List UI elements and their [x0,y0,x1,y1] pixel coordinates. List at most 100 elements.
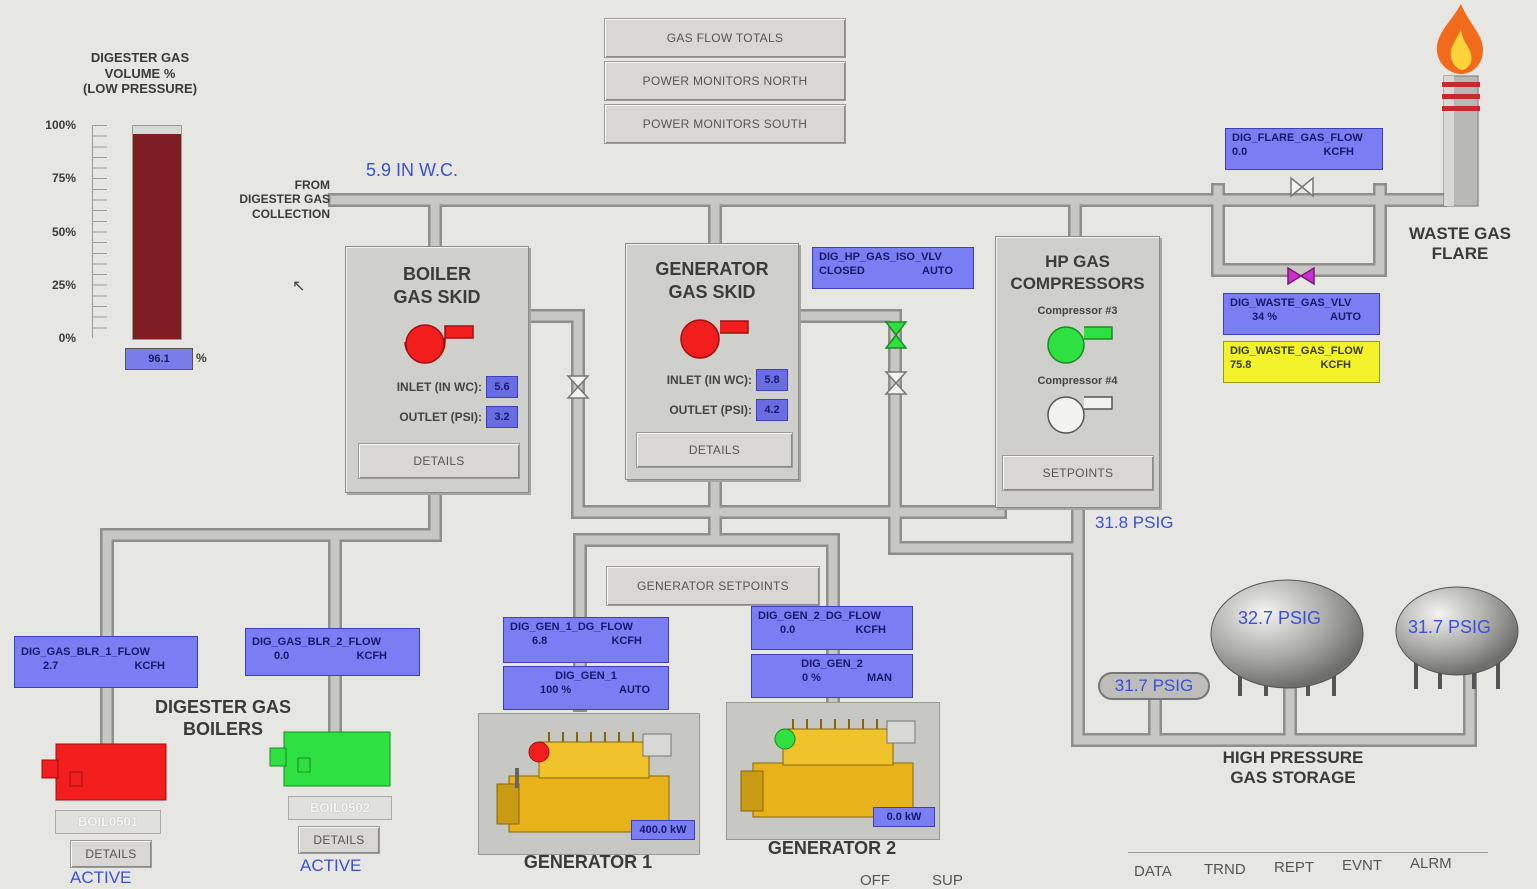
tag-unit: KCFH [356,650,387,663]
compressor-setpoints-button[interactable]: SETPOINTS [1002,455,1154,491]
tag-mode: MAN [866,672,892,685]
compressor-3-icon[interactable] [996,321,1159,365]
gauge-unit: % [196,351,207,365]
tag-name: DIG_WASTE_GAS_FLOW [1230,345,1364,357]
tag-mode: AUTO [1330,311,1361,324]
flare-gas-flow-tag[interactable]: DIG_FLARE_GAS_FLOW 0.0 KCFH [1225,128,1383,170]
tab-rept[interactable]: REPT [1274,859,1314,876]
inlet-value: 5.6 [486,375,518,398]
tag-unit: KCFH [1320,359,1351,372]
waste-gas-flare-icon [1425,0,1497,210]
boiler-1-status: ACTIVE [70,868,132,887]
tag-row: 0.0 KCFH [252,649,413,663]
tag-row: 34 % AUTO [1230,310,1373,324]
tag-row: 2.7 KCFH [21,659,191,673]
tag-row: 0.0 KCFH [1232,145,1376,159]
outlet-label: OUTLET (PSI): [399,409,482,424]
gauge-tick-75: 75% [51,171,76,185]
gauge-tick-100: 100% [45,118,76,132]
boiler-2-details-button[interactable]: DETAILS [298,826,380,854]
tab-data[interactable]: DATA [1134,863,1172,880]
header-pressure: 5.9 IN W.C. [366,160,459,180]
gen-2-control-tag[interactable]: DIG_GEN_2 0 % MAN [751,654,913,698]
generator-skid-details-button[interactable]: DETAILS [636,432,793,468]
gen-2-power-tag: 0.0 kW [873,807,935,827]
waste-gas-flow-tag[interactable]: DIG_WASTE_GAS_FLOW 75.8 KCFH [1223,341,1380,383]
tag-row: 0 % MAN [758,671,906,685]
tag-unit: KCFH [855,624,886,637]
tab-trnd[interactable]: TRND [1204,861,1246,878]
power-monitors-south-button[interactable]: POWER MONITORS SOUTH [604,104,846,144]
boiler-2-status: ACTIVE [300,856,362,875]
tab-sup[interactable]: SUP [932,872,963,889]
bottom-tab-bar-right: DATA TRND REPT EVNT ALRM [1128,852,1488,887]
generator-2-label: GENERATOR 2 [767,838,897,858]
waste-gas-valve-tag[interactable]: DIG_WASTE_GAS_VLV 34 % AUTO [1223,293,1380,335]
gen-2-flow-tag[interactable]: DIG_GEN_2_DG_FLOW 0.0 KCFH [751,606,913,650]
boiler-skid-inlet: INLET (IN WC): 5.6 [346,375,518,398]
gauge-tick-50: 50% [51,225,76,239]
boiler-skid-details-button[interactable]: DETAILS [358,443,520,479]
generator-2-image[interactable]: 0.0 kW [726,702,940,840]
tag-value: 0.0 [274,650,290,663]
gauge-fill [133,134,181,339]
tab-alrm[interactable]: ALRM [1410,855,1452,872]
tag-name: DIG_GEN_2 [801,658,863,670]
outlet-label: OUTLET (PSI): [669,402,752,417]
gauge-value-box: 96.1 [125,348,193,370]
tag-name: DIG_HP_GAS_ISO_VLV [819,251,942,263]
bottom-tab-bar-left: OFF SUP [840,872,1000,889]
gen-1-control-tag[interactable]: DIG_GEN_1 100 % AUTO [503,666,669,710]
tag-unit: KCFH [1323,146,1354,159]
generator-1-label: GENERATOR 1 [523,852,653,872]
tag-value: 34 % [1252,311,1278,324]
tag-row: CLOSED AUTO [819,264,967,278]
boiler-2-icon[interactable] [268,728,394,792]
boiler-2-flow-tag[interactable]: DIG_GAS_BLR_2_FLOW 0.0 KCFH [245,628,420,676]
compressor-discharge-pressure: 31.8 PSIG [1095,513,1174,532]
inlet-value: 5.8 [756,368,788,391]
boiler-skid-outlet: OUTLET (PSI): 3.2 [346,405,518,428]
tag-mode: AUTO [922,265,953,278]
tag-row: 6.8 KCFH [510,634,662,648]
from-digester-label: FROM DIGESTER GAS COLLECTION [239,178,330,221]
tab-evnt[interactable]: EVNT [1342,857,1382,874]
tag-value: 0.0 [1232,146,1248,159]
power-monitors-north-button[interactable]: POWER MONITORS NORTH [604,61,846,101]
boiler-1-flow-tag[interactable]: DIG_GAS_BLR_1_FLOW 2.7 KCFH [14,636,198,688]
tag-value: 2.7 [43,660,59,673]
boiler-skid-blower-icon [346,318,528,366]
tag-row: 75.8 KCFH [1230,358,1373,372]
tag-name: DIG_GEN_2_DG_FLOW [758,610,881,622]
generator-1-image[interactable]: 400.0 kW [478,713,700,855]
volume-gauge: 100% 75% 50% 25% 0% [32,118,217,348]
gas-flow-totals-button[interactable]: GAS FLOW TOTALS [604,18,846,58]
hp-iso-valve-tag[interactable]: DIG_HP_GAS_ISO_VLV CLOSED AUTO [812,247,974,289]
storage-sphere-2[interactable]: 31.7 PSIG [1394,585,1520,691]
storage-sphere-1[interactable]: 32.7 PSIG [1208,578,1366,698]
digester-volume-title: DIGESTER GAS VOLUME % (LOW PRESSURE) [82,50,198,97]
tag-row: 100 % AUTO [510,683,662,697]
compressor-4-label: Compressor #4 [1037,375,1118,388]
tag-unit: KCFH [611,635,642,648]
gauge-tick-0: 0% [58,331,76,345]
storage-pressure-pill: 31.7 PSIG [1098,672,1210,700]
generator-skid-inlet: INLET (IN WC): 5.8 [626,368,788,391]
waste-gas-flare-label: WASTE GAS FLARE [1408,224,1511,264]
boiler-1-icon[interactable] [40,740,170,806]
outlet-value: 3.2 [486,405,518,428]
gen-1-flow-tag[interactable]: DIG_GEN_1_DG_FLOW 6.8 KCFH [503,617,669,663]
generator-2-status-light [774,728,796,750]
tag-state: CLOSED [819,265,865,278]
outlet-value: 4.2 [756,398,788,421]
boiler-1-details-button[interactable]: DETAILS [70,840,152,868]
sphere-2-pressure: 31.7 PSIG [1408,617,1492,637]
tag-value: 6.8 [532,635,548,648]
boiler-skid-title: BOILER GAS SKID [393,264,481,308]
generator-setpoints-button[interactable]: GENERATOR SETPOINTS [606,566,820,606]
tab-off[interactable]: OFF [860,872,890,889]
compressor-4-icon[interactable] [996,391,1159,435]
tag-value: 100 % [540,684,572,697]
tag-row: 0.0 KCFH [758,623,906,637]
compressor-3-label: Compressor #3 [1037,305,1118,318]
